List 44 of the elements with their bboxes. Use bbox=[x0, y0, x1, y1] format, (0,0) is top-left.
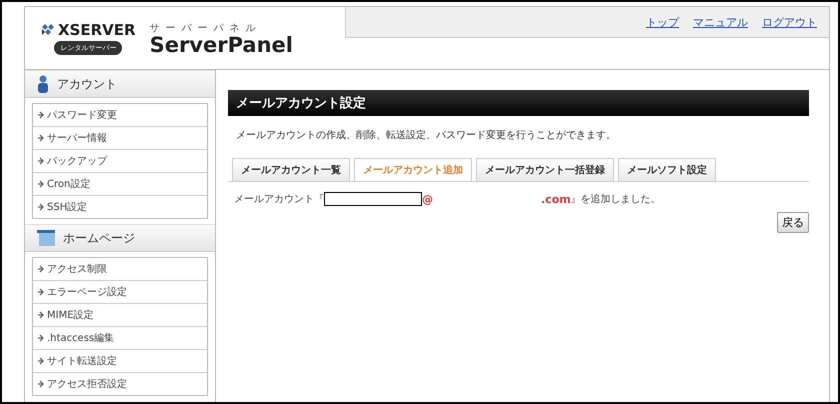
sidebar-item[interactable]: アクセス拒否設定 bbox=[33, 373, 207, 395]
domain-text: .com bbox=[541, 192, 571, 206]
tab[interactable]: メールアカウント一覧 bbox=[232, 158, 350, 181]
brand-name: XSERVER bbox=[58, 21, 136, 39]
section-title: ホームページ bbox=[63, 230, 135, 246]
arrow-icon bbox=[37, 157, 45, 165]
arrow-icon bbox=[37, 288, 45, 296]
arrow-icon bbox=[37, 265, 45, 273]
arrow-icon bbox=[37, 203, 45, 211]
tab[interactable]: メールソフト設定 bbox=[618, 158, 716, 181]
arrow-icon bbox=[37, 380, 45, 388]
header-link[interactable]: ログアウト bbox=[762, 14, 817, 30]
description: メールアカウントの作成、削除、転送設定、パスワード変更を行うことができます。 bbox=[236, 128, 617, 142]
section-title: アカウント bbox=[57, 76, 117, 92]
input-field[interactable] bbox=[324, 192, 422, 206]
header-link[interactable]: マニュアル bbox=[693, 14, 748, 30]
sidebar-item[interactable]: MIME設定 bbox=[33, 304, 207, 327]
arrow-icon bbox=[37, 334, 45, 342]
sidebar-item[interactable]: サーバー情報 bbox=[33, 127, 207, 150]
person-icon bbox=[37, 75, 49, 93]
arrow-icon bbox=[37, 357, 45, 365]
sidebar-item[interactable]: パスワード変更 bbox=[33, 104, 207, 127]
header-link[interactable]: トップ bbox=[646, 14, 679, 30]
back-button[interactable]: 戻る bbox=[777, 212, 809, 233]
product-kana: サーバーパネル bbox=[150, 22, 263, 34]
sidebar-item[interactable]: .htaccess編集 bbox=[33, 327, 207, 350]
sidebar-item[interactable]: アクセス制限 bbox=[33, 258, 207, 281]
page-icon bbox=[37, 230, 55, 246]
product-name: ServerPanel bbox=[150, 34, 293, 56]
page-title: メールアカウント設定 bbox=[228, 90, 809, 116]
diamond-logo-icon bbox=[41, 24, 55, 36]
sidebar-item[interactable]: サイト転送設定 bbox=[33, 350, 207, 373]
at-sign: @ bbox=[422, 192, 433, 206]
sidebar-item[interactable]: バックアップ bbox=[33, 150, 207, 173]
tab[interactable]: メールアカウント一括登録 bbox=[476, 158, 614, 181]
result-text: メールアカウント『 bbox=[234, 192, 324, 206]
arrow-icon bbox=[37, 111, 45, 119]
arrow-icon bbox=[37, 311, 45, 319]
sidebar-item[interactable]: Cron設定 bbox=[33, 173, 207, 196]
sidebar-item[interactable]: SSH設定 bbox=[33, 196, 207, 218]
arrow-icon bbox=[37, 180, 45, 188]
result-text: 』を追加しました。 bbox=[570, 192, 661, 206]
arrow-icon bbox=[37, 134, 45, 142]
sidebar-item[interactable]: エラーページ設定 bbox=[33, 281, 207, 304]
